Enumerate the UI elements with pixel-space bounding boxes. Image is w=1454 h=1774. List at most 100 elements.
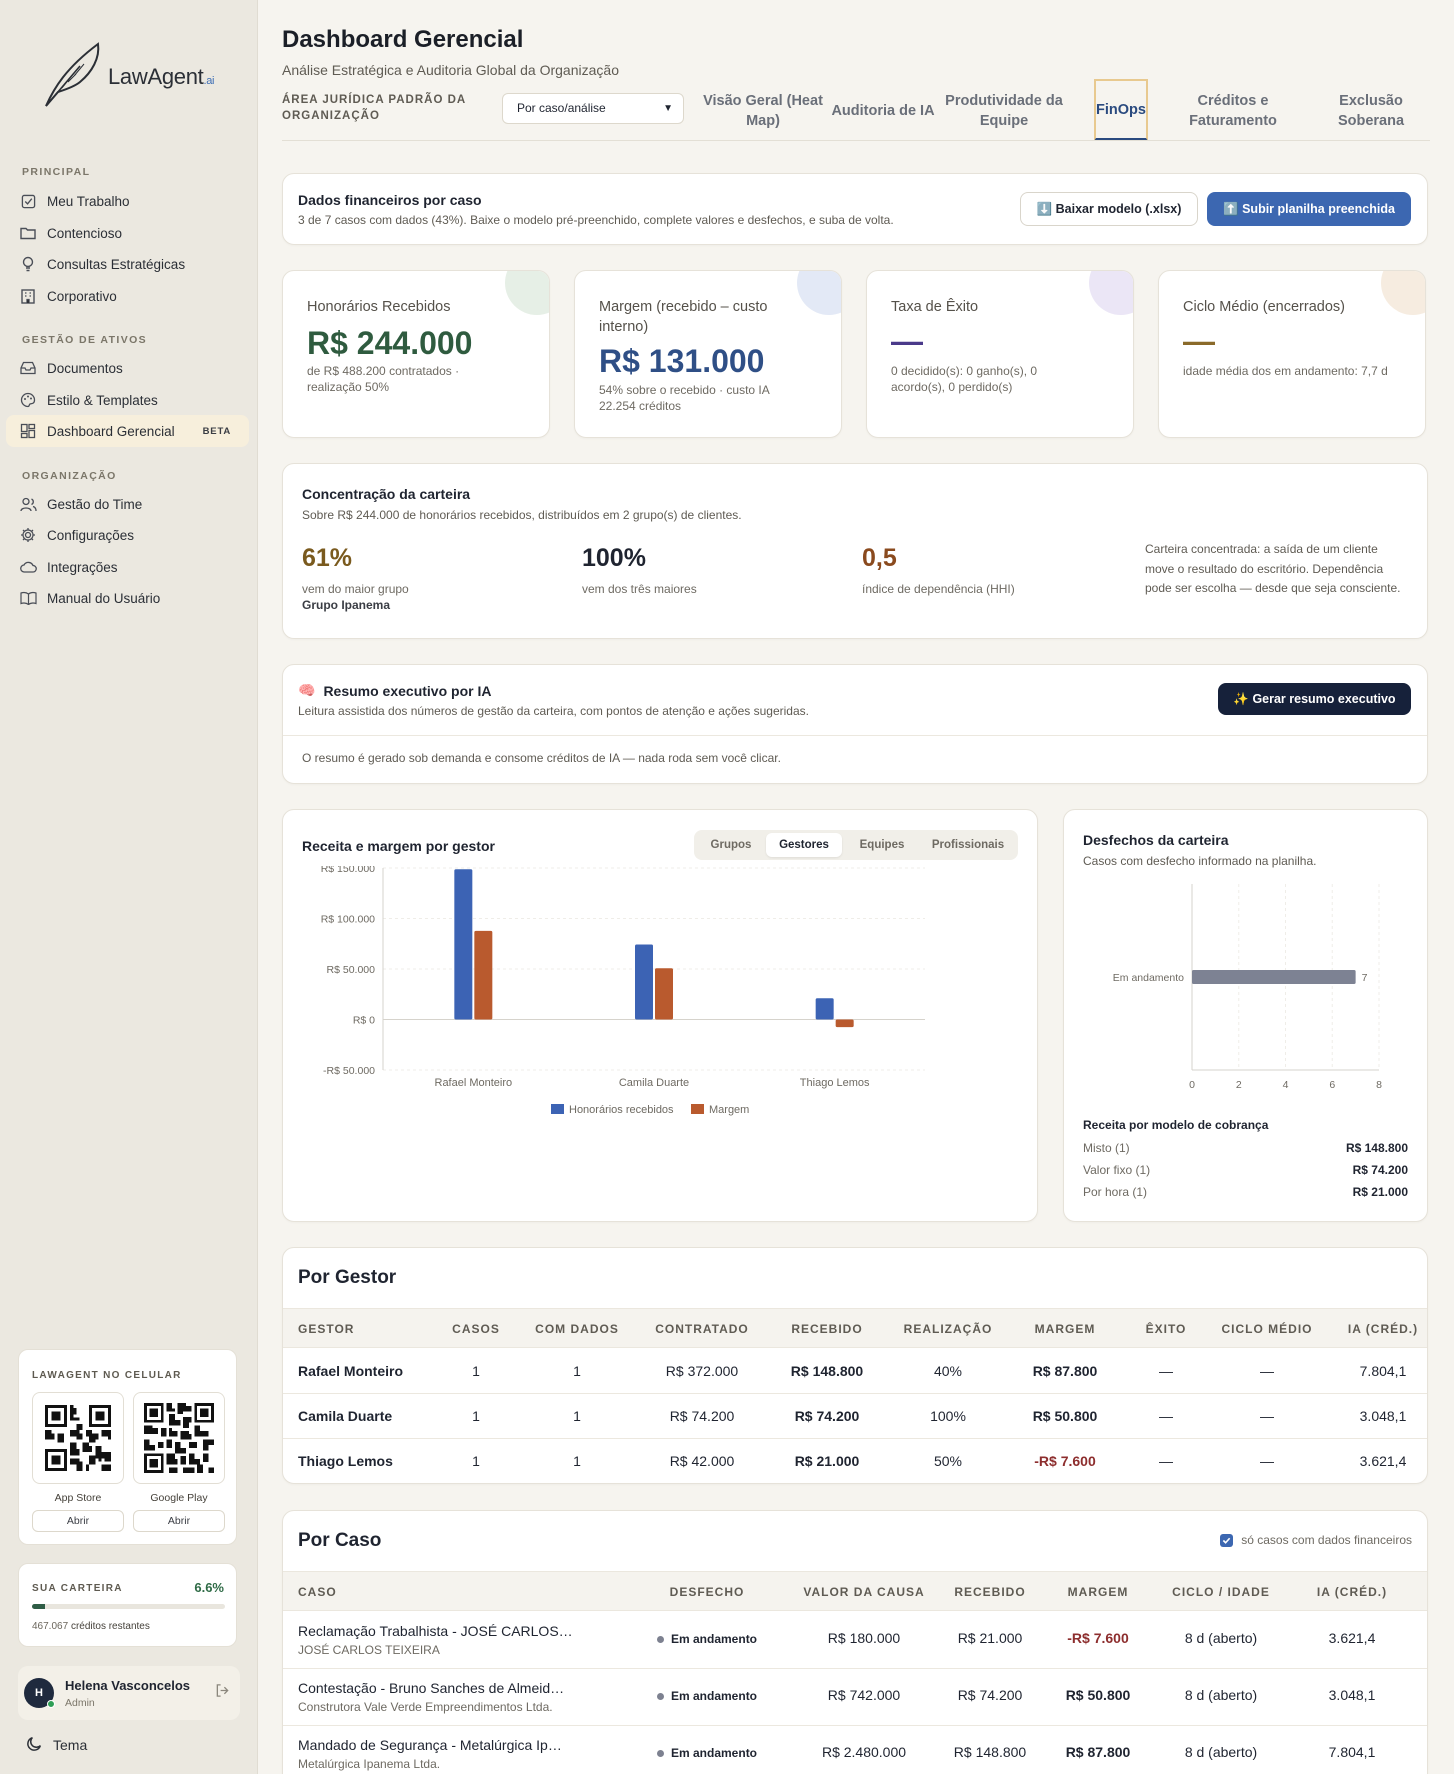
column-header[interactable]: MARGEM <box>1068 1585 1129 1599</box>
case-name[interactable]: Mandado de Segurança - Metalúrgica Ip… <box>298 1737 562 1753</box>
cell-success: — <box>1159 1363 1173 1379</box>
tab-exclusao[interactable]: Exclusão Soberana <box>1310 80 1432 142</box>
table-row[interactable]: Mandado de Segurança - Metalúrgica Ip… M… <box>283 1726 1427 1774</box>
table-row[interactable]: Camila Duarte 1 1 R$ 74.200 R$ 74.200 10… <box>283 1394 1427 1439</box>
sidebar-item-manual[interactable]: Manual do Usuário <box>6 582 249 614</box>
sidebar-item-estilo[interactable]: Estilo & Templates <box>6 384 249 416</box>
cell-contracted: R$ 74.200 <box>669 1408 735 1424</box>
column-header[interactable]: CICLO / IDADE <box>1172 1585 1270 1599</box>
upload-sheet-button[interactable]: ⬆️ Subir planilha preenchida <box>1207 192 1411 226</box>
table-header: GESTOR CASOS COM DADOS CONTRATADO RECEBI… <box>283 1308 1427 1348</box>
by-manager-card: Por Gestor GESTOR CASOS COM DADOS CONTRA… <box>282 1247 1428 1484</box>
billing-value: R$ 74.200 <box>1352 1163 1408 1177</box>
ai-summary-title-row: 🧠 Resumo executivo por IA <box>298 682 491 699</box>
tabs-divider <box>282 140 1430 141</box>
case-name[interactable]: Contestação - Bruno Sanches de Almeid… <box>298 1680 564 1696</box>
cell-received: R$ 21.000 <box>957 1630 1023 1646</box>
column-header[interactable]: DESFECHO <box>670 1585 745 1599</box>
brand-name: LawAgent.ai <box>108 64 215 89</box>
table-row[interactable]: Rafael Monteiro 1 1 R$ 372.000 R$ 148.80… <box>283 1349 1427 1394</box>
segment-gestores[interactable]: Gestores <box>766 833 842 857</box>
tab-auditoria-ia[interactable]: Auditoria de IA <box>831 80 935 142</box>
sidebar-item-meu-trabalho[interactable]: Meu Trabalho <box>6 185 249 217</box>
sidebar-item-label: Estilo & Templates <box>47 392 158 408</box>
segment-equipes[interactable]: Equipes <box>844 833 920 857</box>
column-header[interactable]: RECEBIDO <box>791 1322 862 1336</box>
tab-finops[interactable]: FinOps <box>1094 79 1148 141</box>
open-app-store-button[interactable]: Abrir <box>32 1510 124 1532</box>
sidebar-item-consultas[interactable]: Consultas Estratégicas <box>6 248 249 280</box>
inbox-icon <box>19 359 37 377</box>
x-tick-label: 0 <box>1189 1079 1195 1091</box>
checkbox-checked-icon[interactable] <box>1220 1533 1234 1547</box>
cell-cases: 1 <box>472 1453 480 1469</box>
area-select[interactable]: Por caso/análise ▼ <box>502 93 684 124</box>
status-badge: Em andamento <box>657 1746 757 1760</box>
sidebar-item-label: Manual do Usuário <box>47 590 161 606</box>
cell-cases: 1 <box>472 1408 480 1424</box>
lawagent-logo[interactable]: LawAgent.ai <box>40 38 214 110</box>
segment-profissionais[interactable]: Profissionais <box>922 833 1014 857</box>
kpi-note: de R$ 488.200 contratados · realização 5… <box>307 364 460 394</box>
cell-contracted: R$ 372.000 <box>665 1363 739 1379</box>
theme-toggle[interactable]: Tema <box>26 1735 87 1755</box>
cell-ai-credits: 3.621,4 <box>1359 1453 1407 1469</box>
cell-received: R$ 74.200 <box>957 1687 1023 1703</box>
sidebar-item-label: Dashboard Gerencial <box>47 423 175 439</box>
sidebar-item-corporativo[interactable]: Corporativo <box>6 280 249 312</box>
logout-icon[interactable] <box>215 1683 230 1703</box>
sidebar-item-documentos[interactable]: Documentos <box>6 352 249 384</box>
generate-summary-button[interactable]: ✨ Gerar resumo executivo <box>1218 683 1411 715</box>
sidebar-item-gestao-time[interactable]: Gestão do Time <box>6 488 249 520</box>
legend-swatch <box>551 1104 564 1114</box>
sidebar-item-dashboard[interactable]: Dashboard Gerencial BETA <box>6 415 249 447</box>
cell-cycle: 8 d (aberto) <box>1184 1744 1258 1760</box>
by-manager-title: Por Gestor <box>298 1267 397 1288</box>
column-header[interactable]: ÊXITO <box>1146 1322 1187 1336</box>
segment-grupos[interactable]: Grupos <box>698 833 764 857</box>
case-name[interactable]: Reclamação Trabalhista - JOSÉ CARLOS… <box>298 1623 573 1639</box>
tab-visao-geral[interactable]: Visão Geral (Heat Map) <box>696 80 830 142</box>
sidebar-item-label: Corporativo <box>47 288 117 304</box>
table-row[interactable]: Reclamação Trabalhista - JOSÉ CARLOS… JO… <box>283 1612 1427 1669</box>
column-header[interactable]: VALOR DA CAUSA <box>803 1585 924 1599</box>
column-header[interactable]: COM DADOS <box>535 1322 619 1336</box>
column-header[interactable]: CONTRATADO <box>655 1322 749 1336</box>
table-row[interactable]: Thiago Lemos 1 1 R$ 42.000 R$ 21.000 50%… <box>283 1439 1427 1483</box>
sidebar-item-integracoes[interactable]: Integrações <box>6 551 249 583</box>
status-badge: Em andamento <box>657 1689 757 1703</box>
y-tick-label: R$ 150.000 <box>321 866 375 875</box>
column-header[interactable]: IA (CRÉD.) <box>1348 1322 1418 1336</box>
area-select-value: Por caso/análise <box>517 101 606 115</box>
grouping-segmented-control: Grupos Gestores Equipes Profissionais <box>694 830 1018 860</box>
column-header[interactable]: GESTOR <box>298 1322 354 1336</box>
column-header[interactable]: REALIZAÇÃO <box>904 1322 993 1336</box>
column-header[interactable]: RECEBIDO <box>954 1585 1025 1599</box>
column-header[interactable]: MARGEM <box>1035 1322 1096 1336</box>
open-google-play-button[interactable]: Abrir <box>133 1510 225 1532</box>
cell-cycle: — <box>1260 1363 1274 1379</box>
main-content: Dashboard Gerencial Análise Estratégica … <box>258 0 1454 1774</box>
financial-filter[interactable]: só casos com dados financeiros <box>1220 1533 1412 1547</box>
user-card[interactable]: H Helena Vasconcelos Admin <box>18 1666 240 1720</box>
kpi-card-ciclo: Ciclo Médio (encerrados) — idade média d… <box>1158 270 1426 438</box>
cell-received: R$ 148.800 <box>953 1744 1027 1760</box>
tab-creditos[interactable]: Créditos e Faturamento <box>1168 80 1298 142</box>
column-header[interactable]: CASOS <box>452 1322 500 1336</box>
feather-quill-icon <box>45 42 100 107</box>
tab-produtividade[interactable]: Produtividade da Equipe <box>940 80 1068 142</box>
cell-contracted: R$ 42.000 <box>669 1453 735 1469</box>
table-row[interactable]: Contestação - Bruno Sanches de Almeid… C… <box>283 1669 1427 1726</box>
column-header[interactable]: IA (CRÉD.) <box>1317 1585 1387 1599</box>
bar-margin <box>835 1019 854 1028</box>
sidebar-item-configuracoes[interactable]: Configurações <box>6 519 249 551</box>
cell-cycle: 8 d (aberto) <box>1184 1630 1258 1646</box>
cell-margin: -R$ 7.600 <box>1034 1453 1096 1469</box>
sidebar-item-contencioso[interactable]: Contencioso <box>6 217 249 249</box>
revenue-chart-title: Receita e margem por gestor <box>302 838 495 854</box>
column-header[interactable]: CICLO MÉDIO <box>1222 1322 1313 1336</box>
column-header[interactable]: CASO <box>298 1585 337 1599</box>
kpi-card-margem: Margem (recebido – custo interno) R$ 131… <box>574 270 842 438</box>
download-template-button[interactable]: ⬇️ Baixar modelo (.xlsx) <box>1020 192 1198 226</box>
x-tick-label: 2 <box>1236 1079 1242 1091</box>
